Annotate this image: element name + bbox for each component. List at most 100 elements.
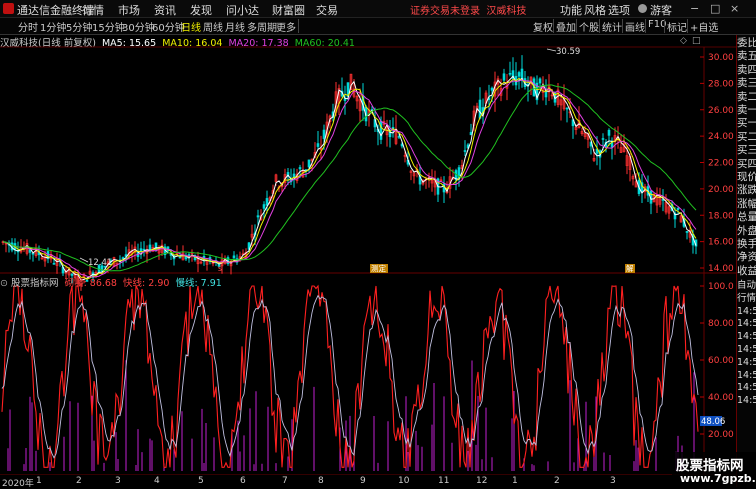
tick-label: 14:50 [737, 331, 756, 343]
quote-label: 卖三 [737, 77, 756, 90]
quote-label: 现价 [737, 171, 756, 183]
ma60-line [2, 84, 697, 272]
kline-chart: 30.00 28.00 26.00 24.00 22.00 20.00 18.00 16.00… [0, 46, 736, 476]
price-axis-label: 22.00 [708, 159, 734, 169]
quote-label: 涨幅 [737, 197, 756, 210]
indicator-axis-label: 20.00 [708, 430, 734, 440]
date-label: 1 [36, 476, 42, 486]
indicator-name: 股票指标网 [11, 278, 59, 289]
quote-label: 买四 [737, 157, 756, 170]
quote-label: 涨跌 [737, 184, 756, 197]
date-axis [0, 475, 736, 487]
date-label: 9 [360, 476, 366, 486]
quote-label: 买一 [737, 117, 756, 130]
quote-label: 外盘 [737, 224, 756, 237]
watermark-title: 股票指标网 [676, 458, 744, 474]
indicator-axis-label: 40.00 [708, 393, 734, 403]
date-label: 6 [240, 476, 246, 486]
ma5-line [2, 75, 697, 281]
date-label: 8 [318, 476, 324, 486]
quote-label: 买二 [737, 130, 756, 143]
indicator-fast: 快线: 2.90 [123, 278, 170, 289]
candle-body [601, 138, 605, 140]
indicator-info-line: ⊙ 股票指标网 砌嚼: 86.68 快线: 2.90 慢线: 7.91 [0, 275, 222, 289]
indicator-axis-label: 60.00 [708, 356, 734, 366]
date-label: 7 [282, 476, 288, 486]
event-marker-1: 测定 [371, 263, 386, 273]
candle-body [292, 173, 296, 178]
candle-body [676, 207, 680, 210]
date-label: 5 [198, 476, 204, 486]
quote-label: 收益 [737, 264, 756, 277]
candle-body [265, 198, 269, 206]
event-marker-2: 解 [626, 263, 634, 273]
candle-body [517, 72, 521, 77]
price-axis-label: 20.00 [708, 185, 734, 195]
price-axis-label: 16.00 [708, 238, 734, 248]
price-axis-label: 26.00 [708, 106, 734, 116]
candle-body [538, 78, 542, 84]
tick-label: 14:50 [737, 369, 756, 381]
quote-label: 卖四 [737, 63, 756, 76]
event-marker-small: s [218, 264, 222, 273]
price-axis-label: 24.00 [708, 132, 734, 142]
tick-label: 14:50 [737, 395, 756, 407]
price-axis-label: 28.00 [708, 79, 734, 89]
candle-body [685, 231, 689, 233]
date-label: 2 [76, 476, 82, 486]
watermark-url: www.7gpzb.com [680, 472, 756, 485]
quote-label: 卖二 [737, 90, 756, 103]
ma10-line [2, 77, 697, 280]
candle-body [52, 263, 56, 265]
date-label: 11 [438, 476, 450, 486]
candle-body [298, 167, 302, 170]
quote-label: 总量 [737, 211, 756, 224]
candle-body [379, 120, 383, 140]
date-label: 3 [610, 476, 616, 486]
candle-body [565, 107, 569, 110]
quote-label: 委比 [737, 37, 756, 49]
indicator-s1: 砌嚼: 86.68 [64, 278, 117, 289]
price-axis-label: 14.00 [708, 264, 734, 274]
low-price-label: 12.41 [88, 258, 112, 268]
tick-label: 行情 [737, 292, 756, 304]
candle-body [490, 87, 494, 91]
candle-body [463, 150, 467, 152]
tick-label: 自动 [737, 280, 756, 291]
indicator-slow: 慢线: 7.91 [175, 278, 222, 289]
indicator-axis-label: 80.00 [708, 319, 734, 329]
tick-label: 14:50 [737, 344, 756, 355]
quote-label: 卖一 [737, 104, 756, 116]
candle-body [232, 255, 236, 259]
indicator-gear-icon[interactable]: ⊙ [0, 278, 8, 289]
quote-label: 卖五 [737, 50, 756, 63]
quote-label: 净资 [737, 251, 756, 264]
date-label: 4 [154, 476, 160, 486]
candle-body [307, 159, 311, 168]
candle-body [607, 129, 611, 136]
candle-body [508, 73, 512, 75]
tick-label: 14:50 [737, 305, 756, 317]
candle-body [502, 73, 506, 81]
candle-body [544, 91, 548, 98]
date-label: 2 [554, 476, 560, 486]
price-axis-label: 18.00 [708, 211, 734, 221]
candle-body [256, 215, 260, 218]
date-label: 1 [512, 476, 518, 486]
quote-label: 换手 [737, 238, 756, 250]
date-label: 10 [398, 476, 410, 486]
indicator-current-value: 48.06 [701, 417, 725, 427]
candle-body [121, 257, 125, 260]
candle-body [322, 129, 326, 139]
candle-body [316, 143, 320, 147]
date-label: 2020年 [2, 479, 34, 489]
high-price-label: 30.59 [556, 47, 580, 57]
candle-body [142, 248, 146, 251]
indicator-axis-label: 100.0 [708, 282, 734, 292]
quote-label: 买三 [737, 144, 756, 157]
tick-label: 14:50 [737, 318, 756, 330]
candle-body [262, 204, 266, 209]
candle-body [28, 249, 32, 253]
date-label: 12 [476, 476, 488, 486]
date-label: 3 [115, 476, 121, 486]
